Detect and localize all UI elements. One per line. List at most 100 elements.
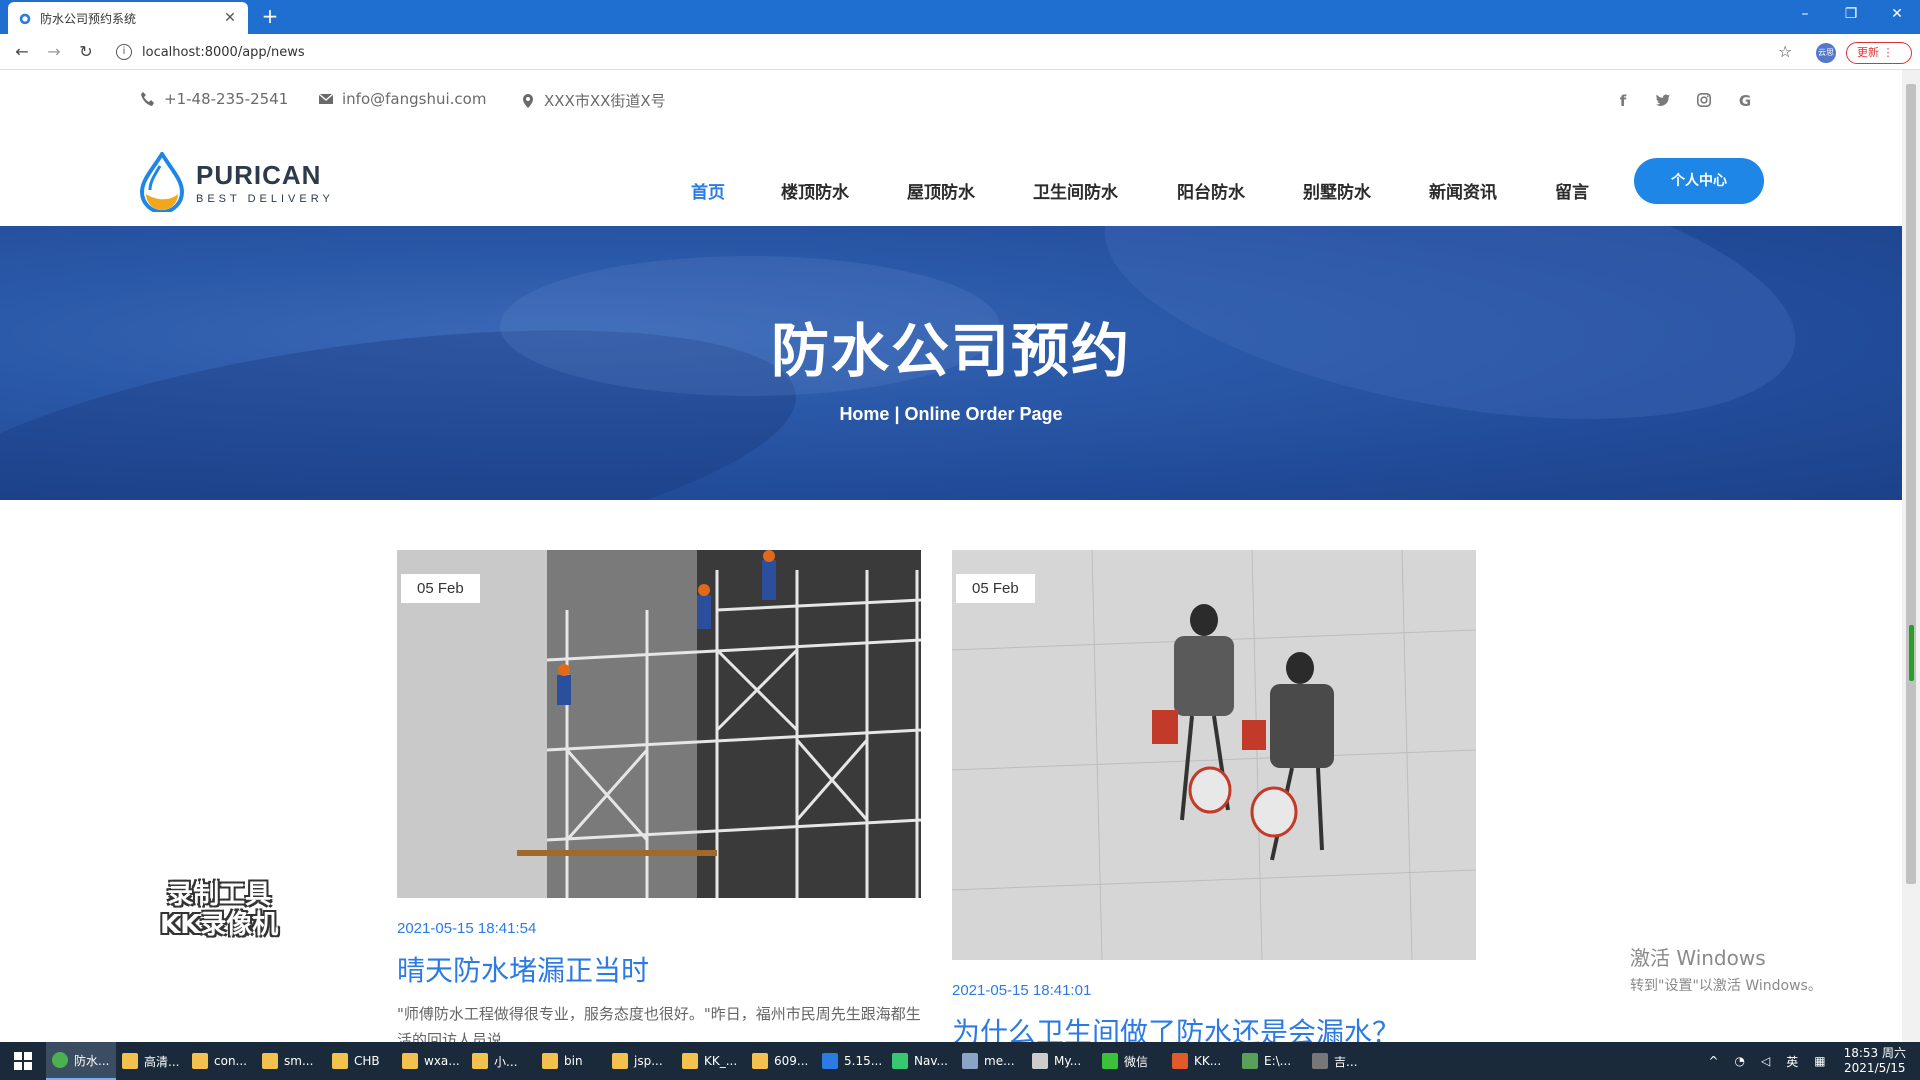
nav-item-messages[interactable]: 留言 [1555, 178, 1589, 203]
tab-title: 防水公司预约系统 [40, 11, 137, 26]
taskbar-app-label: 小... [494, 1054, 518, 1069]
taskbar-app-label: 高清... [144, 1054, 180, 1069]
news-title[interactable]: 晴天防水堵漏正当时 [397, 949, 921, 989]
app-icon [892, 1053, 908, 1069]
main-nav: 首页 楼顶防水 屋顶防水 卫生间防水 阳台防水 别墅防水 新闻资讯 留言 [0, 170, 1902, 210]
app-icon [822, 1053, 838, 1069]
breadcrumb-home[interactable]: Home [839, 404, 889, 424]
site-info-icon[interactable]: i [116, 44, 132, 60]
taskbar-app-label: sm... [284, 1054, 314, 1068]
news-excerpt: "师傅防水工程做得很专业，服务态度也很好。"昨日，福州市民周先生跟海都生活的回访… [397, 1005, 921, 1042]
clock-time: 18:53 周六 [1843, 1046, 1906, 1060]
minimize-button[interactable]: – [1782, 0, 1828, 28]
update-label: 更新 [1857, 46, 1879, 59]
scrollbar-thumb[interactable] [1906, 84, 1916, 884]
app-icon [122, 1053, 138, 1069]
app-icon [52, 1052, 68, 1068]
news-image-wall-workers[interactable]: 05 Feb [952, 550, 1476, 960]
taskbar-app[interactable]: 防水... [46, 1042, 116, 1080]
new-tab-button[interactable]: + [258, 4, 282, 28]
app-icon [962, 1053, 978, 1069]
news-image-scaffolding[interactable]: 05 Feb [397, 550, 921, 898]
ime-indicator[interactable]: 英 [1786, 1053, 1798, 1070]
page-viewport: +1-48-235-2541 info@fangshui.com XXX市XX街… [0, 70, 1902, 1042]
forward-icon[interactable]: → [44, 42, 64, 62]
activation-subtitle: 转到"设置"以激活 Windows。 [1630, 978, 1822, 994]
google-icon[interactable]: G [1736, 92, 1754, 110]
taskbar-app[interactable]: Nav... [886, 1042, 956, 1080]
nav-item-rooftop-waterproofing[interactable]: 楼顶防水 [781, 178, 849, 203]
news-title[interactable]: 为什么卫生间做了防水还是会漏水？ [952, 1011, 1476, 1042]
taskbar-app[interactable]: 微信 [1096, 1042, 1166, 1080]
app-icon [472, 1053, 488, 1069]
update-button[interactable]: 更新 ⋮ [1846, 42, 1912, 64]
map-pin-icon [523, 93, 533, 108]
profile-avatar[interactable]: 云思 [1816, 43, 1836, 63]
volume-icon[interactable]: ◁ [1761, 1054, 1770, 1068]
taskbar-app[interactable]: jsp... [606, 1042, 676, 1080]
nav-item-villa-waterproofing[interactable]: 别墅防水 [1303, 178, 1371, 203]
start-button[interactable] [0, 1042, 46, 1080]
taskbar-app-label: me... [984, 1054, 1015, 1068]
scroll-indicator [1909, 625, 1914, 681]
phone-icon [141, 92, 154, 106]
tab-close-icon[interactable]: ✕ [222, 10, 238, 26]
taskbar-app[interactable]: 吉... [1306, 1042, 1376, 1080]
twitter-icon[interactable] [1654, 92, 1672, 110]
restore-button[interactable]: ❐ [1828, 0, 1874, 28]
taskbar-app[interactable]: 高清... [116, 1042, 186, 1080]
personal-center-button[interactable]: 个人中心 [1634, 158, 1764, 204]
bookmark-star-icon[interactable]: ☆ [1778, 42, 1792, 61]
news-timestamp: 2021-05-15 18:41:01 [952, 982, 1092, 999]
nav-item-news[interactable]: 新闻资讯 [1429, 178, 1497, 203]
taskbar-app[interactable]: sm... [256, 1042, 326, 1080]
app-icon [1102, 1053, 1118, 1069]
taskbar-app[interactable]: CHB [326, 1042, 396, 1080]
nav-item-home[interactable]: 首页 [691, 178, 725, 203]
app-icon [1242, 1053, 1258, 1069]
page-scrollbar[interactable] [1902, 70, 1920, 1042]
address-text: XXX市XX街道X号 [544, 92, 666, 110]
phone-text: +1-48-235-2541 [164, 90, 289, 108]
recorder-watermark: 录制工具 KK录像机 [160, 880, 278, 940]
taskbar-app[interactable]: 609... [746, 1042, 816, 1080]
taskbar-app-label: wxa... [424, 1054, 460, 1068]
date-badge: 05 Feb [956, 574, 1035, 603]
windows-activation-notice: 激活 Windows 转到"设置"以激活 Windows。 [1630, 942, 1822, 995]
wall-workers-photo [952, 550, 1476, 960]
app-icon [1032, 1053, 1048, 1069]
network-icon[interactable]: ◔ [1735, 1054, 1745, 1068]
taskbar-app-label: E:\... [1264, 1054, 1292, 1068]
browser-tab-active[interactable]: 防水公司预约系统 ✕ [8, 2, 248, 34]
taskbar-app[interactable]: con... [186, 1042, 256, 1080]
back-icon[interactable]: ← [12, 42, 32, 62]
taskbar-app[interactable]: My... [1026, 1042, 1096, 1080]
app-icon [332, 1053, 348, 1069]
taskbar-app[interactable]: KK_... [676, 1042, 746, 1080]
windows-logo-icon [14, 1052, 32, 1070]
tray-chevron-icon[interactable]: ^ [1708, 1054, 1718, 1068]
taskbar-app[interactable]: 小... [466, 1042, 536, 1080]
reload-icon[interactable]: ↻ [76, 42, 96, 62]
nav-item-roof-waterproofing[interactable]: 屋顶防水 [907, 178, 975, 203]
taskbar-app[interactable]: 5.15... [816, 1042, 886, 1080]
nav-item-bathroom-waterproofing[interactable]: 卫生间防水 [1033, 178, 1118, 203]
url-field[interactable]: i localhost:8000/app/news [116, 40, 1796, 64]
page-title: 防水公司预约 [770, 317, 1131, 385]
system-clock[interactable]: 18:53 周六 2021/5/15 [1844, 1046, 1906, 1076]
taskbar-app[interactable]: E:\... [1236, 1042, 1306, 1080]
taskbar-app[interactable]: me... [956, 1042, 1026, 1080]
instagram-icon[interactable] [1695, 92, 1713, 110]
keyboard-icon[interactable]: ▦ [1814, 1054, 1825, 1068]
close-window-button[interactable]: ✕ [1874, 0, 1920, 28]
taskbar-app[interactable]: bin [536, 1042, 606, 1080]
taskbar-app[interactable]: wxa... [396, 1042, 466, 1080]
nav-item-balcony-waterproofing[interactable]: 阳台防水 [1177, 178, 1245, 203]
taskbar-app[interactable]: KK... [1166, 1042, 1236, 1080]
news-card[interactable]: 05 Feb 2021-05-15 18:41:54 晴天防水堵漏正当时 "师傅… [397, 550, 921, 1042]
news-card[interactable]: 05 Feb 2021-05-15 18:41:01 为什么卫生间做了防水还是会… [952, 550, 1476, 1042]
activation-title: 激活 Windows [1630, 946, 1766, 970]
news-timestamp: 2021-05-15 18:41:54 [397, 920, 537, 937]
taskbar-app-label: KK... [1194, 1054, 1222, 1068]
facebook-icon[interactable]: f [1614, 92, 1632, 110]
